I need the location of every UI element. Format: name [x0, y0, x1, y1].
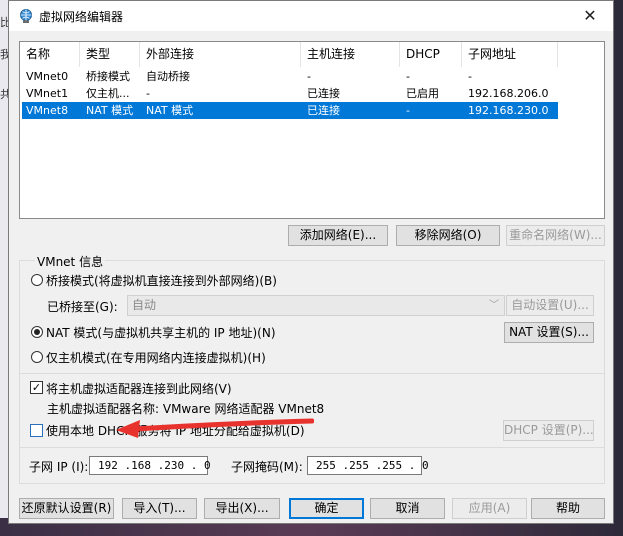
cell-dhcp: - — [406, 70, 410, 83]
divider — [19, 373, 605, 374]
table-row-selected[interactable]: VMnet8 NAT 模式 NAT 模式 已连接 - 192.168.230.0 — [20, 102, 604, 119]
connect-adapter-label[interactable]: 将主机虚拟适配器连接到此网络(V) — [46, 380, 232, 397]
bridged-mode-radio[interactable] — [31, 274, 43, 286]
cell-type: NAT 模式 — [86, 104, 134, 117]
cell-subnet: - — [468, 70, 472, 83]
rename-network-button[interactable]: 重命名网络(W)... — [506, 225, 605, 246]
bridged-to-select[interactable]: 自动 ﹀ — [127, 295, 505, 316]
dhcp-settings-button[interactable]: DHCP 设置(P)... — [503, 420, 594, 441]
apply-button[interactable]: 应用(A) — [452, 498, 527, 519]
table-row[interactable]: VMnet0 桥接模式 自动桥接 - - - — [20, 68, 604, 85]
divider — [19, 447, 605, 448]
remove-network-button[interactable]: 移除网络(O) — [396, 225, 500, 246]
cell-type: 仅主机... — [86, 87, 130, 100]
network-globe-icon — [20, 9, 32, 23]
annotation-arrow-icon — [116, 418, 314, 438]
add-network-button[interactable]: 添加网络(E)... — [288, 225, 388, 246]
cell-external: - — [146, 87, 150, 100]
cell-host: - — [307, 70, 311, 83]
cell-external: 自动桥接 — [146, 70, 190, 83]
help-button[interactable]: 帮助 — [531, 498, 605, 519]
column-header-external[interactable]: 外部连接 — [140, 42, 301, 67]
cell-subnet: 192.168.230.0 — [468, 104, 549, 117]
bridged-mode-label[interactable]: 桥接模式(将虚拟机直接连接到外部网络)(B) — [46, 272, 277, 289]
column-header-dhcp[interactable]: DHCP — [400, 42, 462, 67]
group-title: VMnet 信息 — [35, 253, 106, 270]
column-header-type[interactable]: 类型 — [80, 42, 140, 67]
subnet-ip-label: 子网 IP (I): — [29, 460, 89, 474]
bridged-to-label: 已桥接至(G): — [47, 300, 118, 314]
adapter-name-text: 主机虚拟适配器名称: VMware 网络适配器 VMnet8 — [47, 402, 325, 416]
cell-host: 已连接 — [307, 104, 340, 117]
cell-external: NAT 模式 — [146, 104, 194, 117]
table-row[interactable]: VMnet1 仅主机... - 已连接 已启用 192.168.206.0 — [20, 85, 604, 102]
title-bar[interactable]: 虚拟网络编辑器 ✕ — [9, 1, 613, 31]
nat-mode-label[interactable]: NAT 模式(与虚拟机共享主机的 IP 地址)(N) — [46, 324, 276, 341]
list-header: 名称 类型 外部连接 主机连接 DHCP 子网地址 — [20, 42, 604, 68]
close-icon: ✕ — [583, 6, 597, 25]
subnet-mask-label: 子网掩码(M): — [231, 460, 303, 474]
nat-settings-button[interactable]: NAT 设置(S)... — [504, 322, 594, 343]
window-title: 虚拟网络编辑器 — [39, 10, 124, 24]
cell-type: 桥接模式 — [86, 70, 130, 83]
column-header-name[interactable]: 名称 — [20, 42, 80, 67]
close-button[interactable]: ✕ — [567, 1, 613, 31]
virtual-network-editor-window: 虚拟网络编辑器 ✕ 名称 类型 外部连接 主机连接 DHCP 子网地址 VMne… — [8, 0, 614, 524]
network-list[interactable]: 名称 类型 外部连接 主机连接 DHCP 子网地址 VMnet0 桥接模式 自动… — [19, 41, 605, 219]
cancel-button[interactable]: 取消 — [370, 498, 445, 519]
bridged-to-value: 自动 — [132, 298, 157, 312]
cell-dhcp: - — [406, 104, 410, 117]
import-button[interactable]: 导入(T)... — [122, 498, 197, 519]
host-only-radio[interactable] — [31, 351, 43, 363]
subnet-mask-input[interactable]: 255 .255 .255 . 0 — [307, 456, 429, 475]
auto-settings-button[interactable]: 自动设置(U)... — [506, 295, 594, 316]
export-button[interactable]: 导出(X)... — [204, 498, 280, 519]
host-only-label[interactable]: 仅主机模式(在专用网络内连接虚拟机)(H) — [46, 349, 266, 366]
cell-name: VMnet8 — [26, 104, 69, 117]
cell-name: VMnet0 — [26, 70, 69, 83]
nat-mode-radio[interactable] — [31, 326, 43, 338]
use-dhcp-checkbox[interactable] — [30, 424, 43, 437]
vmnet-info-group — [19, 260, 605, 484]
cell-subnet: 192.168.206.0 — [468, 87, 549, 100]
subnet-ip-input[interactable]: 192 .168 .230 . 0 — [89, 456, 211, 475]
column-header-host[interactable]: 主机连接 — [301, 42, 400, 67]
ok-button[interactable]: 确定 — [289, 498, 364, 519]
cell-host: 已连接 — [307, 87, 340, 100]
cell-dhcp: 已启用 — [406, 87, 439, 100]
chevron-down-icon: ﹀ — [489, 300, 499, 311]
restore-defaults-button[interactable]: 还原默认设置(R) — [19, 498, 114, 519]
column-header-subnet[interactable]: 子网地址 — [462, 42, 558, 67]
connect-adapter-checkbox[interactable]: ✓ — [30, 381, 43, 394]
cell-name: VMnet1 — [26, 87, 69, 100]
